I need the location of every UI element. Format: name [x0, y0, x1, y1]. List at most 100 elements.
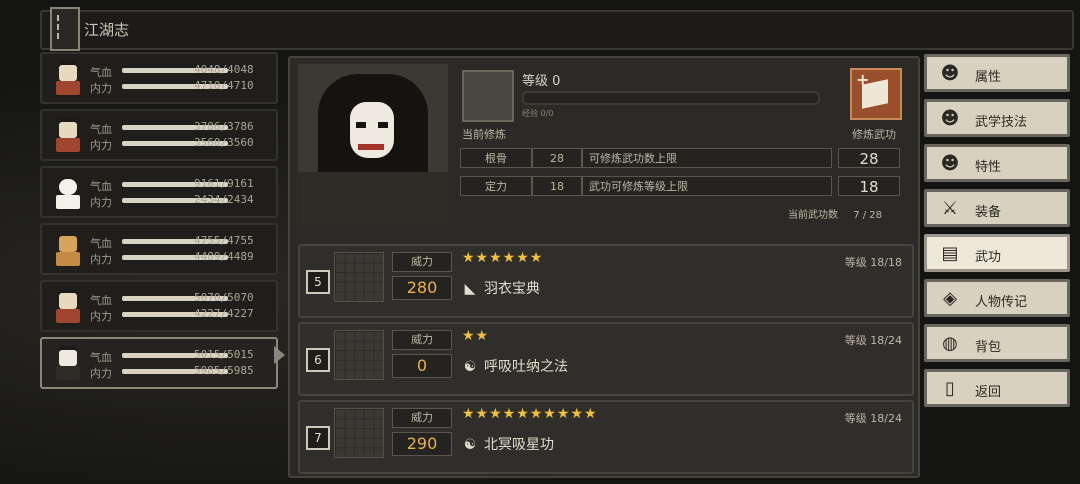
- power-value: 280: [392, 276, 452, 300]
- star-rating: ★★: [462, 328, 490, 344]
- star-rating: ★★★★★★★★★★: [462, 406, 598, 422]
- menu-martial-arts-button[interactable]: ▤ 武功: [924, 234, 1070, 272]
- menu-attributes-button[interactable]: ☻ 属性: [924, 54, 1070, 92]
- train-skill-label: 修炼武功: [852, 128, 896, 141]
- character-avatar: [50, 116, 86, 154]
- skill-name: 羽衣宝典: [484, 281, 540, 297]
- book-icon: ▤: [941, 243, 959, 264]
- menu-label: 装备: [975, 205, 1002, 220]
- mp-label: 内力: [90, 82, 112, 95]
- mp-value: 4227/4227: [194, 307, 254, 320]
- skill-index: 5: [306, 270, 330, 294]
- mp-label: 内力: [90, 253, 112, 266]
- door-icon: ▯: [945, 378, 955, 399]
- stat-row: 定力 18 武功可修炼等级上限 18: [460, 176, 900, 198]
- xp-label: 经验 0/0: [522, 109, 554, 118]
- stat-row: 根骨 28 可修炼武功数上限 28: [460, 148, 900, 170]
- stat-cap: 18: [838, 176, 900, 196]
- power-value: 0: [392, 354, 452, 378]
- scroll-icon: ◈: [943, 288, 957, 309]
- party-member[interactable]: 气血 4048/4048 内力 4710/4710: [40, 52, 278, 104]
- hp-label: 气血: [90, 123, 112, 136]
- character-avatar: [50, 59, 86, 97]
- hp-value: 4048/4048: [194, 63, 254, 76]
- skill-count-label: 当前武功数: [788, 210, 838, 221]
- chicken-avatar: [50, 173, 86, 211]
- mp-value: 4710/4710: [194, 79, 254, 92]
- current-training-label: 当前修炼: [462, 128, 506, 141]
- mp-value: 2434/2434: [194, 193, 254, 206]
- menu-label: 武功: [975, 250, 1002, 265]
- bag-icon: ◍: [942, 333, 958, 354]
- character-avatar: [50, 344, 86, 382]
- mp-label: 内力: [90, 310, 112, 323]
- skill-shape-grid: [334, 252, 384, 302]
- power-label: 威力: [392, 330, 452, 350]
- skill-index: 7: [306, 426, 330, 450]
- skill-shape-grid: [334, 408, 384, 458]
- skill-card[interactable]: 7 威力 290 ★★★★★★★★★★ ☯ 北冥吸星功 等级 18/24: [298, 400, 914, 474]
- star-rating: ★★★★★★: [462, 250, 544, 266]
- skill-count: 当前武功数 7 / 28: [788, 206, 882, 221]
- menu-equipment-button[interactable]: ⚔ 装备: [924, 189, 1070, 227]
- mp-label: 内力: [90, 139, 112, 152]
- menu-back-button[interactable]: ▯ 返回: [924, 369, 1070, 407]
- yin-yang-icon: ☯: [463, 437, 477, 453]
- book-icon: [50, 7, 80, 51]
- mp-value: 3560/3560: [194, 136, 254, 149]
- hp-value: 4755/4755: [194, 234, 254, 247]
- stat-cap: 28: [838, 148, 900, 168]
- stat-name: 定力: [460, 176, 532, 196]
- power-label: 威力: [392, 252, 452, 272]
- hp-value: 9161/9161: [194, 177, 254, 190]
- skill-shape-grid: [334, 330, 384, 380]
- character-portrait: [298, 64, 448, 224]
- hp-value: 5070/5070: [194, 291, 254, 304]
- stat-name: 根骨: [460, 148, 532, 168]
- current-skill-slot[interactable]: [462, 70, 514, 122]
- hp-value: 5015/5015: [194, 348, 254, 361]
- character-icon: ☻: [940, 108, 960, 129]
- selection-arrow-icon: [274, 346, 285, 364]
- character-icon: ☻: [940, 63, 960, 84]
- hp-label: 气血: [90, 66, 112, 79]
- party-member[interactable]: 气血 5070/5070 内力 4227/4227: [40, 280, 278, 332]
- menu-label: 返回: [975, 385, 1002, 400]
- power-label: 威力: [392, 408, 452, 428]
- mp-value: 4489/4489: [194, 250, 254, 263]
- party-member[interactable]: 气血 9161/9161 内力 2434/2434: [40, 166, 278, 218]
- skill-card[interactable]: 6 威力 0 ★★ ☯ 呼吸吐纳之法 等级 18/24: [298, 322, 914, 396]
- skill-name: 呼吸吐纳之法: [484, 359, 568, 375]
- title-bar: [40, 10, 1074, 50]
- skill-level: 等级 18/24: [844, 412, 902, 425]
- menu-label: 特性: [975, 160, 1002, 175]
- menu-label: 背包: [975, 340, 1002, 355]
- skill-level: 等级 18/24: [844, 334, 902, 347]
- menu-inventory-button[interactable]: ◍ 背包: [924, 324, 1070, 362]
- party-member-selected[interactable]: 气血 5015/5015 内力 5985/5985: [40, 337, 278, 389]
- character-icon: ☻: [940, 153, 960, 174]
- fan-icon: ◣: [464, 281, 476, 297]
- skill-name-row: ◣ 羽衣宝典: [462, 278, 540, 298]
- menu-biography-button[interactable]: ◈ 人物传记: [924, 279, 1070, 317]
- mp-label: 内力: [90, 367, 112, 380]
- party-member[interactable]: 气血 4755/4755 内力 4489/4489: [40, 223, 278, 275]
- menu-label: 武学技法: [975, 115, 1028, 130]
- stat-desc: 武功可修炼等级上限: [582, 176, 832, 196]
- skill-card[interactable]: 5 威力 280 ★★★★★★ ◣ 羽衣宝典 等级 18/18: [298, 244, 914, 318]
- stat-desc: 可修炼武功数上限: [582, 148, 832, 168]
- train-skill-button[interactable]: +: [850, 68, 902, 120]
- level-label: 等级 0: [522, 74, 561, 89]
- yin-yang-icon: ☯: [463, 359, 477, 375]
- book-icon: [862, 79, 888, 109]
- menu-martial-techniques-button[interactable]: ☻ 武学技法: [924, 99, 1070, 137]
- cat-avatar: [50, 230, 86, 268]
- party-member[interactable]: 气血 3786/3786 内力 3560/3560: [40, 109, 278, 161]
- character-avatar: [50, 287, 86, 325]
- hp-value: 3786/3786: [194, 120, 254, 133]
- skill-name-row: ☯ 北冥吸星功: [462, 434, 554, 454]
- power-value: 290: [392, 432, 452, 456]
- mp-value: 5985/5985: [194, 364, 254, 377]
- page-title: 江湖志: [84, 21, 130, 39]
- menu-traits-button[interactable]: ☻ 特性: [924, 144, 1070, 182]
